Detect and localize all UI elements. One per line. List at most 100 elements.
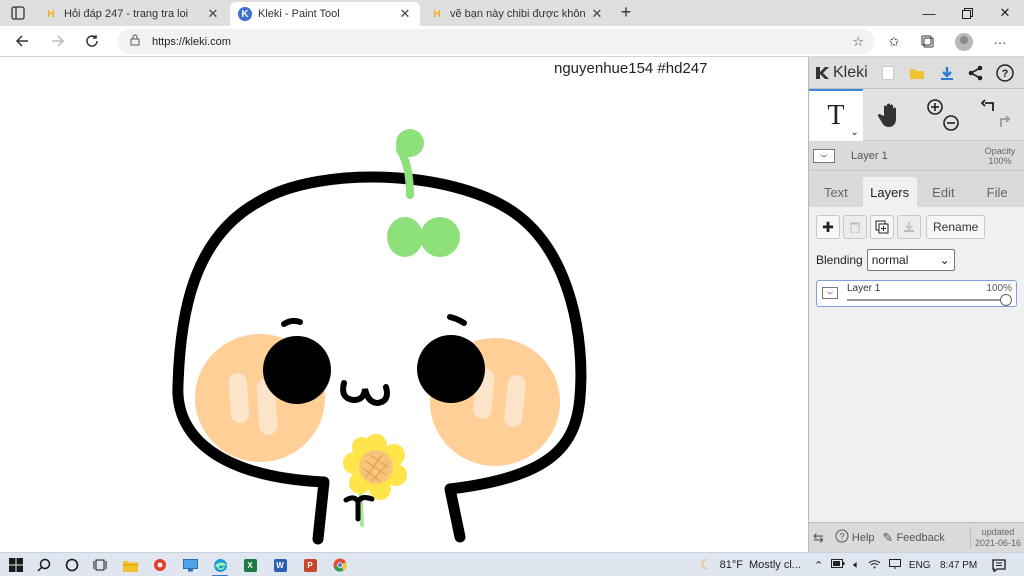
drawing-canvas[interactable]: nguyenhue154 #hd247 <box>0 57 808 552</box>
windows-start-icon[interactable] <box>6 556 26 574</box>
plus-icon: ✚ <box>822 218 834 235</box>
left-eye <box>263 336 331 404</box>
weather-description: Mostly cl... <box>749 559 801 571</box>
right-eye <box>417 335 485 403</box>
blending-value: normal <box>871 253 909 267</box>
battery-icon[interactable] <box>831 559 845 571</box>
redo-icon <box>1000 115 1011 127</box>
refresh-icon[interactable] <box>80 30 104 52</box>
hoidap-favicon-icon: H <box>47 8 55 20</box>
kleki-side-panel: Kleki ? T ⌄ ·ᴗ· Layer 1 Opacity 100% Tex… <box>808 57 1024 552</box>
file-explorer-icon[interactable] <box>120 556 140 574</box>
trash-icon <box>850 222 860 233</box>
swap-sides-button[interactable]: ⇆ <box>809 530 831 546</box>
close-tab-icon[interactable]: ✕ <box>590 6 604 22</box>
tool-bar: T ⌄ <box>809 89 1024 141</box>
collections-icon[interactable] <box>918 32 938 52</box>
edge-browser-icon[interactable] <box>210 556 230 576</box>
add-favorite-icon[interactable]: ☆ <box>852 34 864 50</box>
new-image-icon[interactable] <box>874 60 903 86</box>
kleki-logo-icon <box>813 64 831 82</box>
text-tool-icon: T <box>827 100 845 131</box>
tab-text[interactable]: Text <box>809 177 863 207</box>
layer-opacity-readout: Opacity 100% <box>984 145 1016 166</box>
watermark-text: nguyenhue154 #hd247 <box>554 60 708 77</box>
rename-layer-button[interactable]: Rename <box>926 215 986 239</box>
help-circle-icon[interactable]: ? <box>991 60 1020 86</box>
browser-tab-hoidap[interactable]: H Hỏi đáp 247 - trang tra loi ✕ <box>36 2 228 26</box>
chevron-down-icon[interactable]: ⌄ <box>850 127 858 138</box>
tab-file[interactable]: File <box>970 177 1024 207</box>
clock[interactable]: 8:47 PM <box>940 553 977 576</box>
monitor-app-icon[interactable] <box>180 556 200 574</box>
duplicate-icon <box>875 220 889 234</box>
layer-opacity-slider[interactable] <box>847 299 1005 301</box>
powerpoint-icon[interactable]: P <box>300 556 320 574</box>
tab-title: Hỏi đáp 247 - trang tra loi <box>64 8 189 20</box>
browser-tab-strip: H Hỏi đáp 247 - trang tra loi ✕ K Kleki … <box>0 0 1024 26</box>
download-icon[interactable] <box>932 60 961 86</box>
tab-edit[interactable]: Edit <box>917 177 971 207</box>
search-icon[interactable] <box>34 556 54 574</box>
feedback-button[interactable]: ✎ Feedback <box>879 530 949 546</box>
network-icon[interactable] <box>888 558 901 572</box>
hand-icon <box>877 103 896 127</box>
weather-widget[interactable]: ☾ 81°F Mostly cl... <box>700 553 801 576</box>
feedback-label: Feedback <box>896 531 945 544</box>
favorites-icon[interactable]: ✩ <box>884 32 904 52</box>
zoom-in-icon <box>927 99 944 115</box>
chevron-up-icon[interactable]: ⌃ <box>814 559 823 572</box>
speaker-icon[interactable]: 🔈︎ <box>853 559 860 572</box>
close-window-icon[interactable]: ✕ <box>986 0 1024 26</box>
close-tab-icon[interactable]: ✕ <box>206 6 220 22</box>
share-icon[interactable] <box>961 60 990 86</box>
tab-title: vẽ bạn này chibi được không cá... <box>450 8 586 20</box>
more-menu-icon[interactable]: ··· <box>990 32 1010 52</box>
address-bar[interactable]: https://kleki.com ☆ <box>118 29 874 54</box>
chrome-icon[interactable] <box>330 556 350 574</box>
chevron-down-icon: ⌄ <box>939 253 950 267</box>
duplicate-layer-button[interactable] <box>870 215 894 239</box>
layer-opacity-slider-handle[interactable] <box>1000 294 1012 306</box>
back-arrow-icon[interactable] <box>10 30 34 52</box>
current-layer-name: Layer 1 <box>851 149 888 162</box>
media-app-icon[interactable] <box>150 556 170 574</box>
merge-down-button[interactable] <box>897 215 921 239</box>
task-view-icon[interactable] <box>90 556 110 574</box>
wifi-icon[interactable] <box>868 559 881 572</box>
layer-list-item[interactable]: ·ᴗ· Layer 1 100% <box>816 280 1017 307</box>
language-indicator[interactable]: ENG <box>909 560 931 571</box>
panel-tabs: Text Layers Edit File <box>809 177 1024 207</box>
minimize-icon[interactable]: — <box>910 0 948 26</box>
notification-center-icon[interactable] <box>992 553 1006 576</box>
help-button[interactable]: ? Help <box>831 529 879 546</box>
text-tool-button[interactable]: T ⌄ <box>809 89 863 141</box>
panel-footer: ⇆ ? Help ✎ Feedback updated 2021-06-16 <box>809 522 1024 552</box>
delete-layer-button[interactable] <box>843 215 867 239</box>
profile-avatar[interactable] <box>954 32 974 52</box>
tab-actions-icon[interactable] <box>8 4 28 22</box>
close-tab-icon[interactable]: ✕ <box>398 6 412 22</box>
blending-select[interactable]: normal ⌄ <box>866 249 955 271</box>
updated-info: updated 2021-06-16 <box>969 526 1024 549</box>
cortana-icon[interactable] <box>62 556 82 574</box>
hand-tool-button[interactable] <box>863 89 917 141</box>
merge-down-icon <box>904 222 914 232</box>
excel-icon[interactable]: X <box>240 556 260 574</box>
windows-taskbar: X W P ☾ 81°F Mostly cl... ⌃ 🔈︎ ENG 8:47 … <box>0 552 1024 576</box>
add-layer-button[interactable]: ✚ <box>816 215 840 239</box>
forward-arrow-icon[interactable] <box>46 30 70 52</box>
layers-tab-content: ✚ Rename Blending normal ⌄ ·ᴗ· Layer 1 1… <box>809 207 1024 552</box>
current-layer-row[interactable]: ·ᴗ· Layer 1 Opacity 100% <box>809 141 1024 171</box>
word-icon[interactable]: W <box>270 556 290 574</box>
restore-icon[interactable] <box>948 0 986 26</box>
open-folder-icon[interactable] <box>903 60 932 86</box>
clock-time: 8:47 PM <box>940 559 978 571</box>
browser-tab-kleki[interactable]: K Kleki - Paint Tool ✕ <box>230 2 420 26</box>
tab-layers[interactable]: Layers <box>862 177 917 207</box>
browser-tab-question[interactable]: H vẽ bạn này chibi được không cá... ✕ <box>422 2 612 26</box>
lock-icon <box>130 34 144 49</box>
help-circle-icon: ? <box>835 529 849 546</box>
new-tab-button[interactable]: + <box>616 3 636 23</box>
layer-opacity: 100% <box>986 283 1012 294</box>
